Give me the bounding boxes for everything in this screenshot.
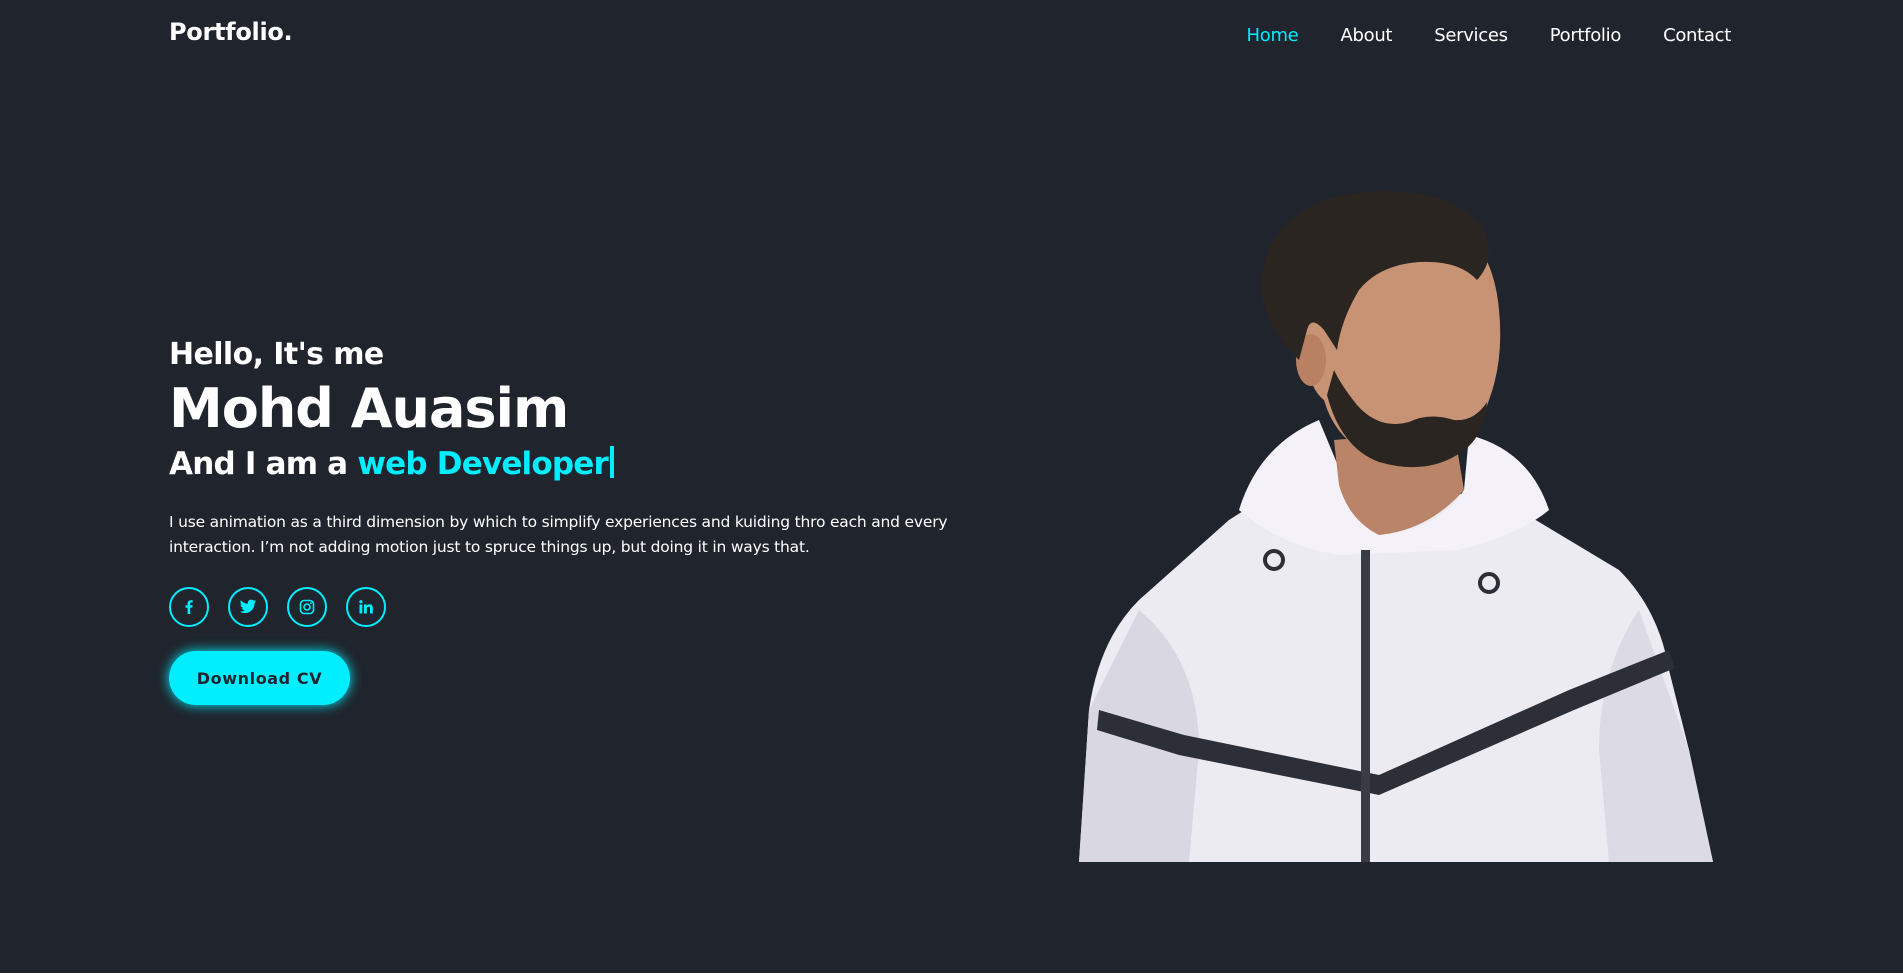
hero-name: Mohd Auasim [169, 377, 569, 440]
main-nav: Home About Services Portfolio Contact [1247, 25, 1732, 46]
role-typed: web Developer [357, 446, 608, 482]
hero-section: Hello, It's me Mohd Auasim And I am a we… [169, 334, 1019, 705]
nav-contact[interactable]: Contact [1663, 25, 1731, 46]
nav-portfolio[interactable]: Portfolio [1550, 25, 1622, 46]
nav-home[interactable]: Home [1247, 25, 1299, 46]
twitter-icon [239, 599, 257, 615]
facebook-link[interactable] [169, 587, 209, 627]
nav-services[interactable]: Services [1434, 25, 1508, 46]
role-prefix: And I am a [169, 446, 348, 482]
social-links [169, 587, 1019, 627]
greeting: Hello, It's me [169, 337, 384, 372]
page: Portfolio. Home About Services Portfolio… [0, 0, 1903, 975]
profile-photo [1079, 190, 1713, 862]
download-cv-button[interactable]: Download CV [169, 651, 350, 705]
nav-about[interactable]: About [1340, 25, 1392, 46]
typing-cursor [609, 446, 614, 478]
instagram-icon [299, 599, 315, 615]
intro-text: I use animation as a third dimension by … [169, 513, 948, 556]
linkedin-icon [358, 599, 374, 615]
role-line: And I am a web Developer [169, 442, 1019, 486]
logo[interactable]: Portfolio. [169, 18, 293, 46]
linkedin-link[interactable] [346, 587, 386, 627]
facebook-icon [181, 599, 197, 615]
instagram-link[interactable] [287, 587, 327, 627]
twitter-link[interactable] [228, 587, 268, 627]
